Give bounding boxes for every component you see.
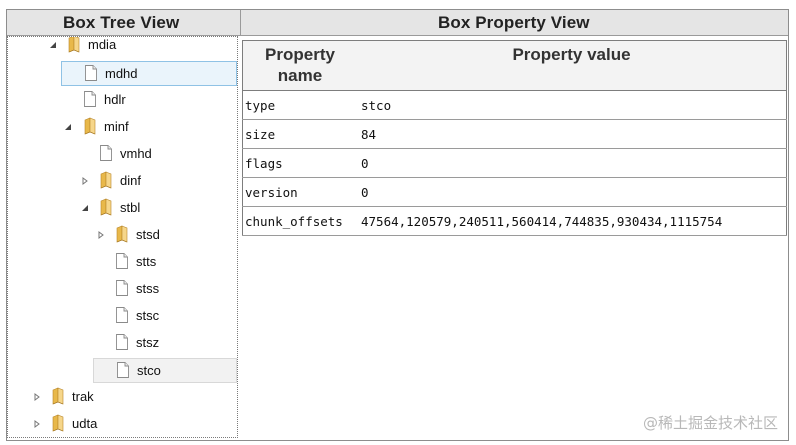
- tree-node-hdlr[interactable]: hdlr: [8, 88, 237, 113]
- folder-icon: [98, 171, 114, 189]
- tree-node-trak[interactable]: trak: [8, 385, 237, 410]
- property-name-cell: flags: [242, 148, 357, 178]
- tree-node-label: mdia: [88, 37, 117, 52]
- file-icon: [115, 361, 131, 379]
- table-row[interactable]: chunk_offsets 47564,120579,240511,560414…: [242, 206, 787, 236]
- tree-node-udta[interactable]: udta: [8, 412, 237, 437]
- tree-node-stts[interactable]: stts: [8, 250, 237, 275]
- file-icon: [114, 333, 130, 351]
- tree-node-mdhd[interactable]: mdhd: [61, 61, 237, 86]
- file-icon: [98, 144, 114, 162]
- property-value-cell: 0: [357, 148, 787, 178]
- property-panel-title: Box Property View: [438, 13, 590, 32]
- folder-icon: [50, 387, 66, 405]
- property-name-cell: chunk_offsets: [242, 206, 357, 236]
- folder-icon: [66, 37, 82, 53]
- file-icon: [83, 64, 99, 82]
- header-divider: [240, 10, 241, 36]
- folder-icon: [114, 225, 130, 243]
- tree-node-stsd[interactable]: stsd: [8, 223, 237, 248]
- tree-node-stco[interactable]: stco: [93, 358, 237, 383]
- folder-icon: [82, 117, 98, 135]
- folder-icon: [98, 198, 114, 216]
- expanded-arrow-icon[interactable]: [48, 40, 58, 50]
- tree-node-label: stsz: [136, 335, 160, 350]
- property-value-cell: stco: [357, 90, 787, 120]
- file-icon: [82, 90, 98, 108]
- box-tree[interactable]: mdia mdhd hdlr minf vmhd dinf stbl stsd stts stss…: [7, 36, 238, 438]
- property-table: Property name Property value type stco s…: [242, 40, 787, 236]
- tree-node-label: udta: [72, 416, 98, 431]
- tree-node-label: vmhd: [120, 146, 152, 161]
- tree-panel-title: Box Tree View: [63, 13, 180, 32]
- tree-node-label: stco: [137, 363, 161, 378]
- tree-node-label: stsd: [136, 227, 160, 242]
- mp4-box-viewer: Box Tree View Box Property View mdia mdhd…: [0, 0, 796, 445]
- expanded-arrow-icon[interactable]: [80, 203, 90, 213]
- file-icon: [114, 252, 130, 270]
- tree-node-label: trak: [72, 389, 94, 404]
- collapsed-arrow-icon[interactable]: [32, 392, 42, 402]
- property-name-cell: size: [242, 119, 357, 149]
- property-table-header: Property name Property value: [242, 40, 787, 91]
- tree-node-stsc[interactable]: stsc: [8, 304, 237, 329]
- header-property-value[interactable]: Property value: [357, 40, 787, 91]
- property-value-cell: 84: [357, 119, 787, 149]
- tree-node-vmhd[interactable]: vmhd: [8, 142, 237, 167]
- header-property-name[interactable]: Property name: [242, 40, 357, 91]
- tree-node-label: dinf: [120, 173, 141, 188]
- watermark: @稀土掘金技术社区: [642, 414, 778, 432]
- collapsed-arrow-icon[interactable]: [32, 419, 42, 429]
- tree-node-label: stts: [136, 254, 157, 269]
- panel-header-bar: Box Tree View Box Property View: [7, 10, 788, 36]
- folder-icon: [50, 414, 66, 432]
- collapsed-arrow-icon[interactable]: [96, 230, 106, 240]
- tree-node-stss[interactable]: stss: [8, 277, 237, 302]
- tree-node-label: hdlr: [104, 92, 126, 107]
- property-name-cell: version: [242, 177, 357, 207]
- tree-node-label: mdhd: [105, 66, 138, 81]
- file-icon: [114, 306, 130, 324]
- expanded-arrow-icon[interactable]: [63, 122, 73, 132]
- collapsed-arrow-icon[interactable]: [80, 176, 90, 186]
- tree-node-label: stbl: [120, 200, 141, 215]
- tree-node-minf[interactable]: minf: [8, 115, 237, 140]
- tree-node-dinf[interactable]: dinf: [8, 169, 237, 194]
- property-value-cell: 47564,120579,240511,560414,744835,930434…: [357, 206, 787, 236]
- tree-node-label: stss: [136, 281, 160, 296]
- file-icon: [114, 279, 130, 297]
- tree-node-label: stsc: [136, 308, 160, 323]
- tree-node-stbl[interactable]: stbl: [8, 196, 237, 221]
- property-name-cell: type: [242, 90, 357, 120]
- table-row[interactable]: flags 0: [242, 148, 787, 178]
- table-row[interactable]: type stco: [242, 90, 787, 120]
- property-value-cell: 0: [357, 177, 787, 207]
- table-row[interactable]: version 0: [242, 177, 787, 207]
- tree-node-label: minf: [104, 119, 129, 134]
- tree-node-mdia[interactable]: mdia: [8, 37, 237, 58]
- table-row[interactable]: size 84: [242, 119, 787, 149]
- tree-node-stsz[interactable]: stsz: [8, 331, 237, 356]
